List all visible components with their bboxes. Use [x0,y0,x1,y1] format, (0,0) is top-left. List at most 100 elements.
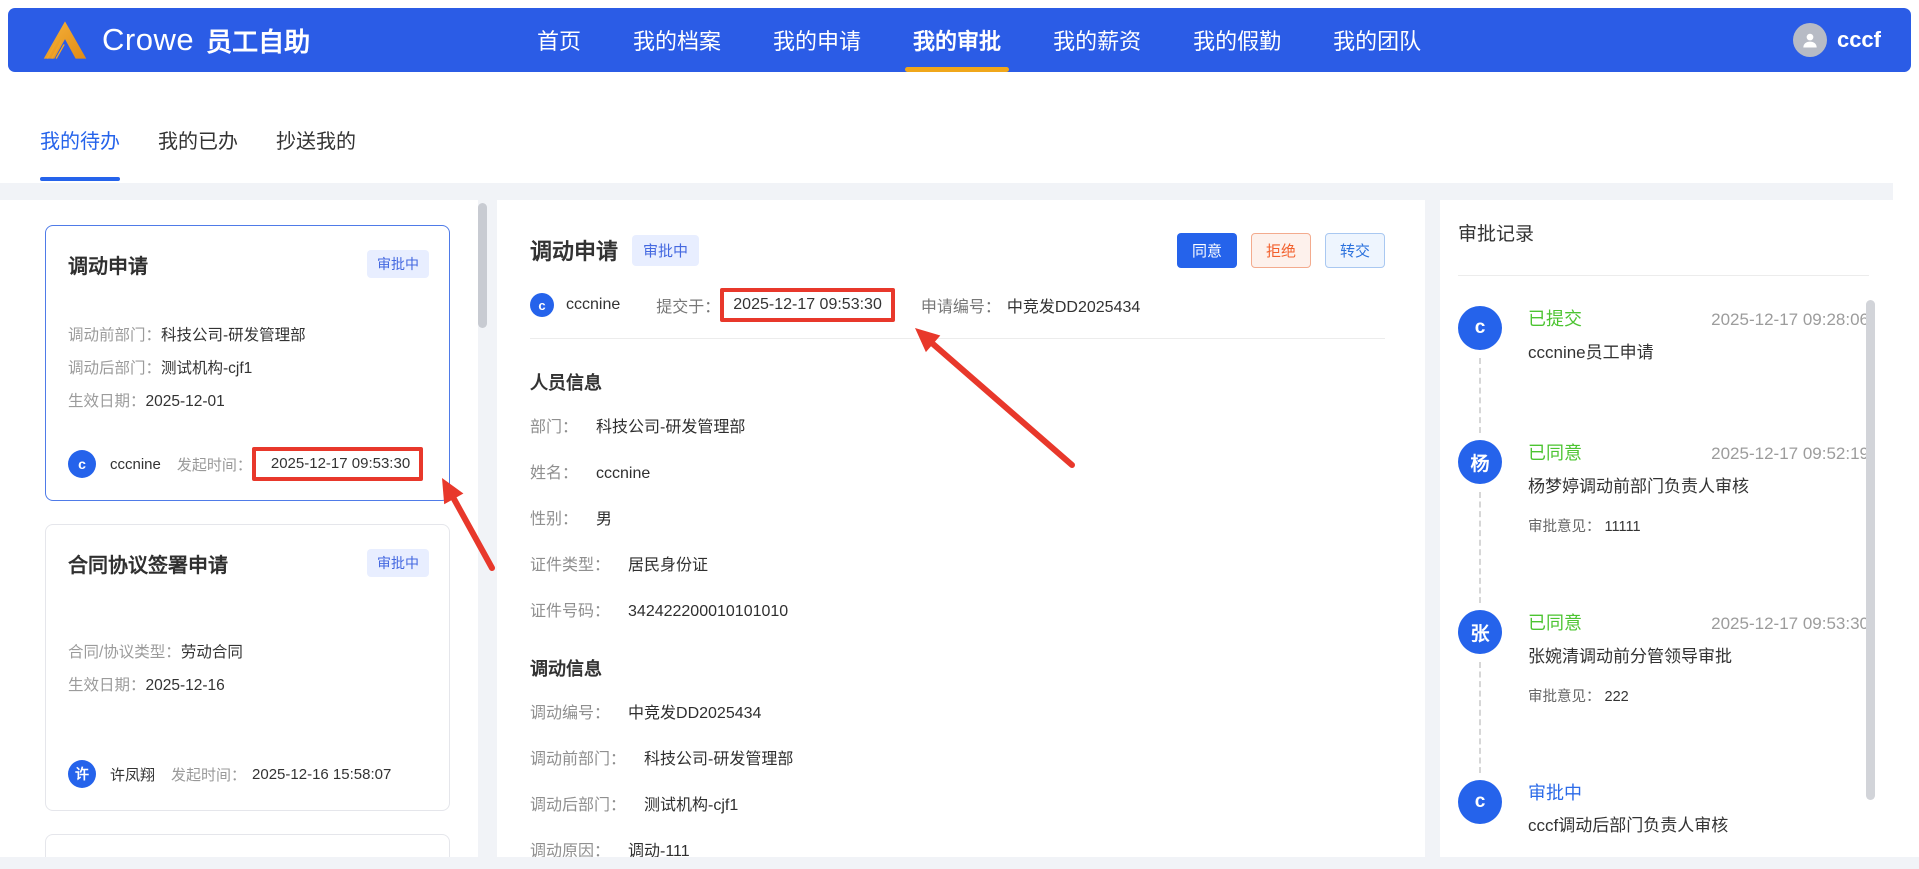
initiate-time: 2025-12-16 15:58:07 [252,765,392,783]
card-initiator: 许许凤翔 发起时间： 2025-12-16 15:58:07 [68,760,429,788]
field-label: 合同/协议类型： [68,644,181,661]
detail-header: 调动申请 审批中 同意 拒绝 转交 [530,230,1385,270]
field-value: 科技公司-研发管理部 [644,751,794,768]
product-name: 员工自助 [206,26,311,57]
todo-list-panel: 调动申请审批中 调动前部门：科技公司-研发管理部调动后部门：测试机构-cjf1 生效… [0,200,478,857]
record-avatar: c [1458,306,1502,350]
records-scrollbar[interactable] [1866,300,1875,800]
brand-name: Crowe [102,22,195,57]
field-value: 测试机构-cjf1 [161,360,253,377]
submit-time: 2025-12-17 09:53:30 [733,296,882,313]
section-title: 调动信息 [530,659,602,679]
submitter-row: c cccnine 提交于： 2025-12-17 09:53:30 申请编号：… [530,286,1385,324]
tab-item[interactable]: 我的已办 [158,96,238,183]
field-label: 生效日期： [68,393,146,410]
action-buttons: 同意 拒绝 转交 [1176,232,1385,268]
record-entry: 杨 已同意 2025-12-17 09:52:19 杨梦婷调动前部门负责人审核 审批意见… [1458,440,1869,603]
field-label: 姓名： [530,465,579,482]
page-root: Crowe 员工自助 首页 我的档案 我的申请 我的审批 我的薪资 我的假勤 我的团队 cc… [0,0,1919,869]
initiator-avatar: 许 [68,760,96,788]
record-time: 2025-12-17 09:52:19 [1711,444,1869,463]
divider [530,338,1385,339]
detail-field: 证件类型： 居民身份证 [530,553,1385,579]
nav-item[interactable]: 我的审批 [905,8,1010,72]
record-status: 审批中 [1528,783,1582,803]
application-no-label: 申请编号： [920,299,1001,316]
field-value: 2025-12-16 [145,677,225,694]
record-description: 张婉清调动前分管领导审批 [1528,647,1732,666]
record-status-row: 已同意 2025-12-17 09:52:19 [1528,440,1869,467]
field-value: 中竞发DD2025434 [628,705,762,722]
user-name: cccf [1836,27,1881,52]
record-avatar: c [1458,780,1502,824]
record-description: cccnine员工申请 [1528,343,1654,362]
field-label: 调动编号： [530,705,611,722]
detail-field: 调动前部门： 科技公司-研发管理部 [530,747,1385,773]
field-label: 生效日期： [68,677,146,694]
detail-panel: 调动申请 审批中 同意 拒绝 转交 c cccnine 提交于： 2025-12-1… [497,200,1425,857]
submitter-name: cccnine [566,296,621,313]
submitted-at-label: 提交于： [656,299,721,316]
annotation-box-card-time: 2025-12-17 09:53:30 [251,447,424,481]
todo-card[interactable]: 调动申请 审批中 调动前部门：科技公司-研发管理部 调动后部门：测试机构-cjf1 生效… [45,225,450,501]
record-opinion: 审批意见： [1528,856,1869,857]
field-value: 科技公司-研发管理部 [596,419,746,436]
record-entry: c 审批中 cccf调动后部门负责人审核审批意见： [1458,780,1869,857]
todo-list-scrollbar[interactable] [478,203,487,328]
detail-sections: 人员信息 部门： 科技公司-研发管理部 姓名： cccnine 性别：男证件类型： 居民身份… [530,371,1385,857]
initiate-time-label: 发起时间： [171,766,247,784]
transfer-button[interactable]: 转交 [1324,232,1385,268]
nav-item[interactable]: 我的团队 [1333,8,1421,72]
nav-item[interactable]: 我的薪资 [1053,8,1141,72]
status-badge: 审批中 [367,549,429,577]
field-value: 劳动合同 [180,644,243,661]
detail-field: 姓名： cccnine [530,461,1385,487]
initiate-time: 2025-12-17 09:53:30 [270,455,411,472]
detail-field: 性别： 男 [530,507,1385,533]
record-opinion: 审批意见： 11111 [1528,519,1641,535]
record-description: cccf调动后部门负责人审核 [1528,816,1729,835]
detail-field: 调动原因： 调动-111 [530,839,1385,857]
nav-item[interactable]: 我的假勤 [1193,8,1281,72]
tab-item[interactable]: 抄送我的 [276,96,356,183]
record-status: 已提交 [1528,309,1582,329]
field-value: 居民身份证 [628,557,709,574]
field-label: 调动后部门： [530,797,627,814]
record-time: 2025-12-17 09:28:06 [1711,310,1869,329]
records-title: 审批记录 [1458,224,1535,245]
nav-item[interactable]: 我的申请 [773,8,861,72]
nav-item[interactable]: 首页 [537,8,581,72]
divider [1458,275,1869,276]
card-head: 合同协议签署申请 审批中 [68,549,429,578]
card-fields: 合同/协议类型：劳动合同生效日期：2025-12-16 [68,636,429,702]
card-field: 合同/协议类型：劳动合同 [68,636,429,669]
todo-card-partial[interactable] [45,834,450,857]
field-label: 调动后部门： [68,360,162,377]
detail-status-badge: 审批中 [632,234,700,266]
field-value: 男 [596,511,613,528]
field-value: 科技公司-研发管理部 [161,327,306,344]
record-status-row: 审批中 [1528,780,1869,806]
todo-card[interactable]: 合同协议签署申请 审批中 合同/协议类型：劳动合同 生效日期：2025-12-16 许许… [45,524,450,811]
section-title: 人员信息 [530,373,602,393]
approve-button[interactable]: 同意 [1176,232,1237,268]
field-label: 证件号码： [530,603,611,620]
top-navbar: Crowe 员工自助 首页 我的档案 我的申请 我的审批 我的薪资 我的假勤 我的团队 cc… [8,8,1911,72]
record-status: 已同意 [1528,613,1582,633]
record-time: 2025-12-17 09:53:30 [1711,614,1869,633]
record-status-row: 已提交 2025-12-17 09:28:06 [1528,306,1869,333]
record-status: 已同意 [1528,443,1582,463]
annotation-box-submit-time: 2025-12-17 09:53:30 [720,288,895,322]
nav-item[interactable]: 我的档案 [633,8,721,72]
record-avatar: 杨 [1458,440,1502,484]
tab-item[interactable]: 我的待办 [40,96,120,183]
reject-button[interactable]: 拒绝 [1250,232,1311,268]
card-fields: 调动前部门：科技公司-研发管理部调动后部门：测试机构-cjf1 生效日期：2025… [68,319,429,418]
field-value: 2025-12-01 [145,393,225,410]
user-menu[interactable]: cccf [1792,23,1911,57]
card-title: 调动申请 [68,256,148,278]
approval-records-panel: 审批记录 c 已提交 2025-12-17 09:28:06 cccnine员工申请杨… [1440,200,1893,857]
field-label: 性别： [530,511,579,528]
detail-field: 调动编号： 中竞发DD2025434 [530,701,1385,727]
field-label: 调动前部门： [68,327,162,344]
